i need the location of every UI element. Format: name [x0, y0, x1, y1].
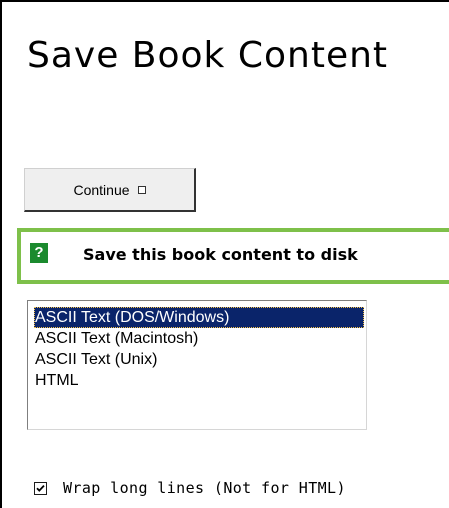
page-title: Save Book Content: [27, 35, 389, 76]
format-option-html[interactable]: HTML: [34, 370, 364, 391]
square-bullet-icon: [137, 186, 146, 194]
format-listbox[interactable]: ASCII Text (DOS/Windows) ASCII Text (Mac…: [27, 300, 367, 430]
wrap-long-lines-checkbox[interactable]: [34, 481, 47, 495]
continue-label: Continue: [73, 181, 130, 198]
help-question-icon[interactable]: ?: [30, 243, 48, 263]
wrap-long-lines-label: Wrap long lines (Not for HTML): [63, 479, 346, 497]
format-option-dos-windows[interactable]: ASCII Text (DOS/Windows): [34, 307, 364, 328]
wrap-long-lines-option[interactable]: Wrap long lines (Not for HTML): [34, 478, 346, 498]
format-option-unix[interactable]: ASCII Text (Unix): [34, 349, 364, 370]
checkmark-icon: [36, 484, 45, 492]
format-option-macintosh[interactable]: ASCII Text (Macintosh): [34, 328, 364, 349]
panel-heading: Save this book content to disk: [83, 245, 358, 264]
continue-button[interactable]: Continue: [24, 168, 196, 212]
save-content-panel: ? Save this book content to disk: [17, 228, 449, 284]
